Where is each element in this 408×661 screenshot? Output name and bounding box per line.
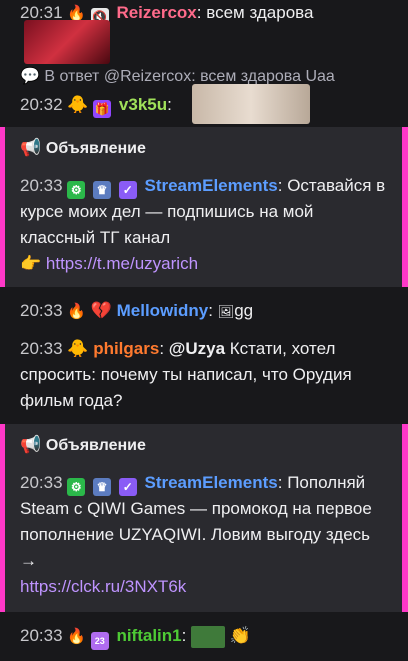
timestamp: 20:33 bbox=[20, 339, 63, 358]
timestamp: 20:33 bbox=[20, 301, 63, 320]
announcement-bar-left bbox=[0, 127, 5, 287]
chat-message: 20:33 🔥 💔 Mellowidny: 🖼gg bbox=[0, 298, 408, 325]
megaphone-icon: 📢 bbox=[20, 435, 42, 454]
colon: : bbox=[277, 176, 283, 195]
pointing-emoji-icon: 👉 bbox=[20, 254, 42, 273]
megaphone-icon: 📢 bbox=[20, 138, 42, 157]
timestamp: 20:32 bbox=[20, 95, 63, 114]
crown-badge-icon: ♛ bbox=[93, 478, 112, 496]
broken-image-icon: 🖼 bbox=[217, 304, 235, 319]
message-text: всем здарова bbox=[206, 3, 314, 22]
verified-badge-icon: ✓ bbox=[118, 181, 137, 199]
gear-badge-icon: ⚙ bbox=[67, 478, 86, 496]
chat-message: 20:33 🔥 23 niftalin1: 👏 bbox=[0, 623, 408, 650]
username[interactable]: Reizercox bbox=[116, 3, 196, 22]
crown-badge-icon: ♛ bbox=[93, 181, 112, 199]
duck-badge-icon: 🐥 bbox=[67, 339, 89, 358]
timestamp: 20:33 bbox=[20, 626, 63, 645]
username[interactable]: philgars bbox=[93, 339, 159, 358]
announcement-link[interactable]: https://t.me/uzyarich bbox=[46, 254, 198, 273]
announcement-title: Объявление bbox=[45, 437, 146, 454]
cat-emote bbox=[192, 84, 310, 124]
username[interactable]: StreamElements bbox=[144, 176, 277, 195]
announcement-bar-right bbox=[402, 127, 408, 287]
username[interactable]: v3k5u bbox=[119, 95, 167, 114]
colon: : bbox=[196, 3, 202, 22]
duck-badge-icon: 🐥 bbox=[67, 95, 89, 114]
emote-alt: gg bbox=[234, 301, 254, 320]
clap-emote-icon: 👏 bbox=[229, 626, 251, 645]
colon: : bbox=[277, 473, 283, 492]
colon: : bbox=[181, 626, 187, 645]
gear-badge-icon: ⚙ bbox=[67, 181, 86, 199]
chat-message: 20:33 🐥 philgars: @Uzya Кстати, хотел сп… bbox=[0, 336, 408, 414]
avatar-emote bbox=[24, 20, 110, 64]
colon: : bbox=[159, 339, 165, 358]
announcement-link[interactable]: https://clck.ru/3NXT6k bbox=[20, 577, 186, 596]
year-badge-icon: 23 bbox=[90, 632, 109, 650]
mention[interactable]: @Uzya bbox=[169, 339, 225, 358]
username[interactable]: StreamElements bbox=[144, 473, 277, 492]
announcement-bar-left bbox=[0, 424, 5, 612]
announcement-bar-right bbox=[402, 424, 408, 612]
username[interactable]: Mellowidny bbox=[117, 301, 209, 320]
reply-text: В ответ @Reizercox: всем здарова Uaa bbox=[44, 68, 335, 85]
colon: : bbox=[167, 95, 172, 114]
timestamp: 20:33 bbox=[20, 473, 63, 492]
username[interactable]: niftalin1 bbox=[116, 626, 181, 645]
colon: : bbox=[208, 301, 213, 320]
announcement-title: Объявление bbox=[45, 140, 146, 157]
verified-badge-icon: ✓ bbox=[118, 478, 137, 496]
frog-emote bbox=[191, 625, 226, 648]
heart-badge-icon: 💔 bbox=[90, 301, 112, 320]
timestamp: 20:33 bbox=[20, 176, 63, 195]
announcement: 📢 Объявление 20:33 ⚙ ♛ ✓ StreamElements:… bbox=[0, 127, 408, 287]
announcement: 📢 Объявление 20:33 ⚙ ♛ ✓ StreamElements:… bbox=[0, 424, 408, 612]
flame-badge-icon: 🔥 bbox=[67, 303, 86, 320]
reply-icon: 💬 bbox=[20, 68, 40, 85]
flame-badge-icon: 🔥 bbox=[67, 628, 86, 645]
gift-badge-icon: 🎁 bbox=[93, 100, 112, 118]
